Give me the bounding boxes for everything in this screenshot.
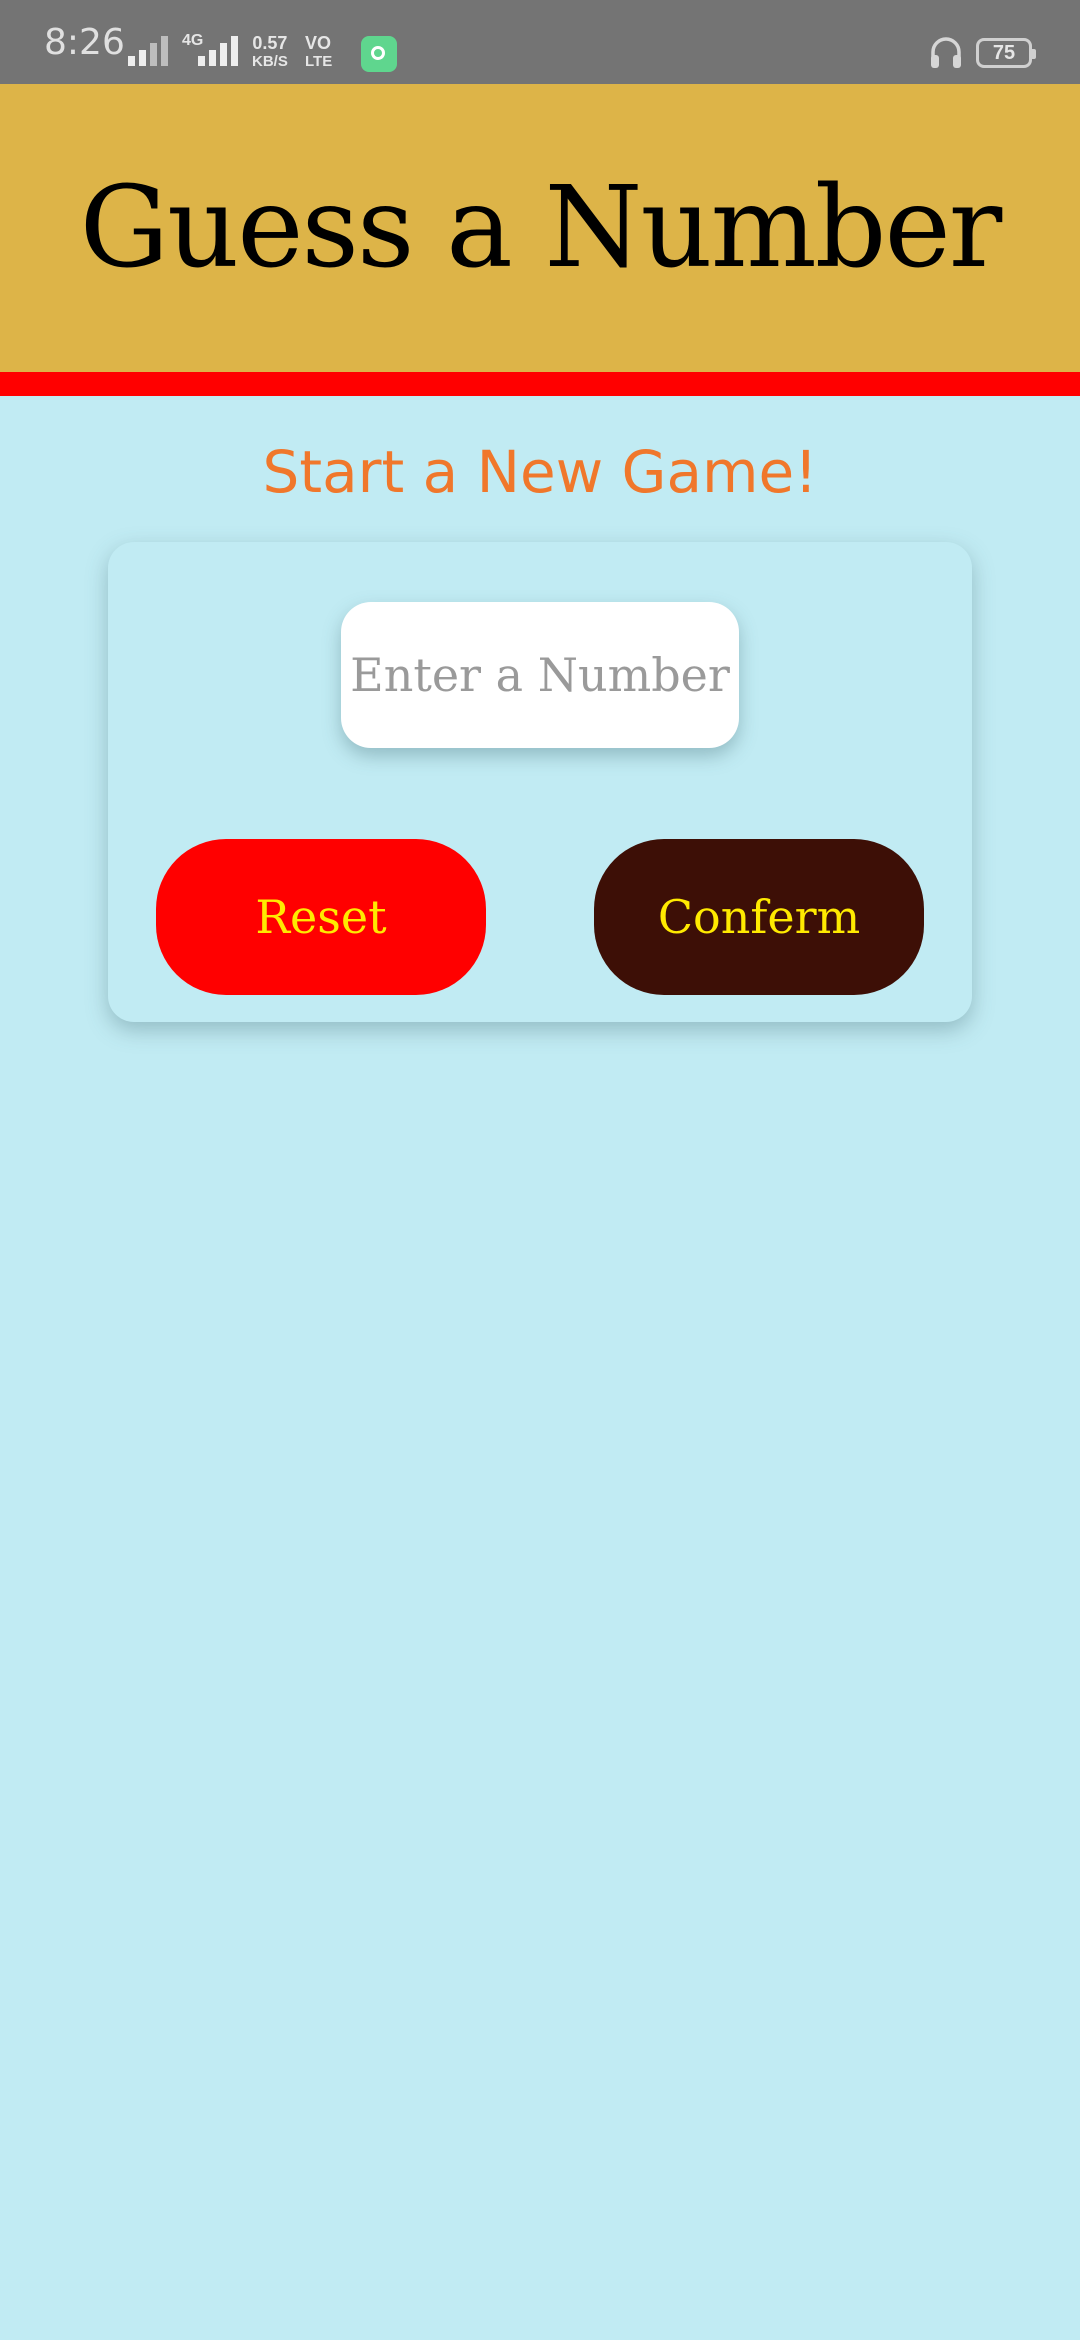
start-game-heading: Start a New Game! <box>262 438 818 506</box>
headphone-icon <box>931 37 961 68</box>
header-divider <box>0 372 1080 396</box>
status-bar: 8:26 4G 0.57 KB/S VO LTE 75 <box>0 0 1080 84</box>
reset-button[interactable]: Reset <box>156 839 486 995</box>
signal-icon-2 <box>198 36 238 66</box>
network-speed-value: 0.57 <box>252 33 288 53</box>
page-title: Guess a Number <box>79 163 1003 293</box>
status-time: 8:26 <box>44 22 125 63</box>
confirm-button[interactable]: Conferm <box>594 839 924 995</box>
signal-icon <box>128 36 168 66</box>
number-input[interactable] <box>341 602 739 748</box>
volte-bottom-text: LTE <box>305 53 333 70</box>
chat-app-icon <box>361 36 397 72</box>
volte-top-text: VO <box>305 33 332 53</box>
battery-icon: 75 <box>976 38 1036 68</box>
app-header: Guess a Number <box>0 84 1080 372</box>
network-speed: 0.57 KB/S <box>252 33 288 71</box>
volte-indicator: VO LTE <box>305 33 333 71</box>
network-speed-unit: KB/S <box>252 53 288 70</box>
input-card: Reset Conferm <box>108 542 972 1022</box>
battery-level: 75 <box>992 42 1016 64</box>
